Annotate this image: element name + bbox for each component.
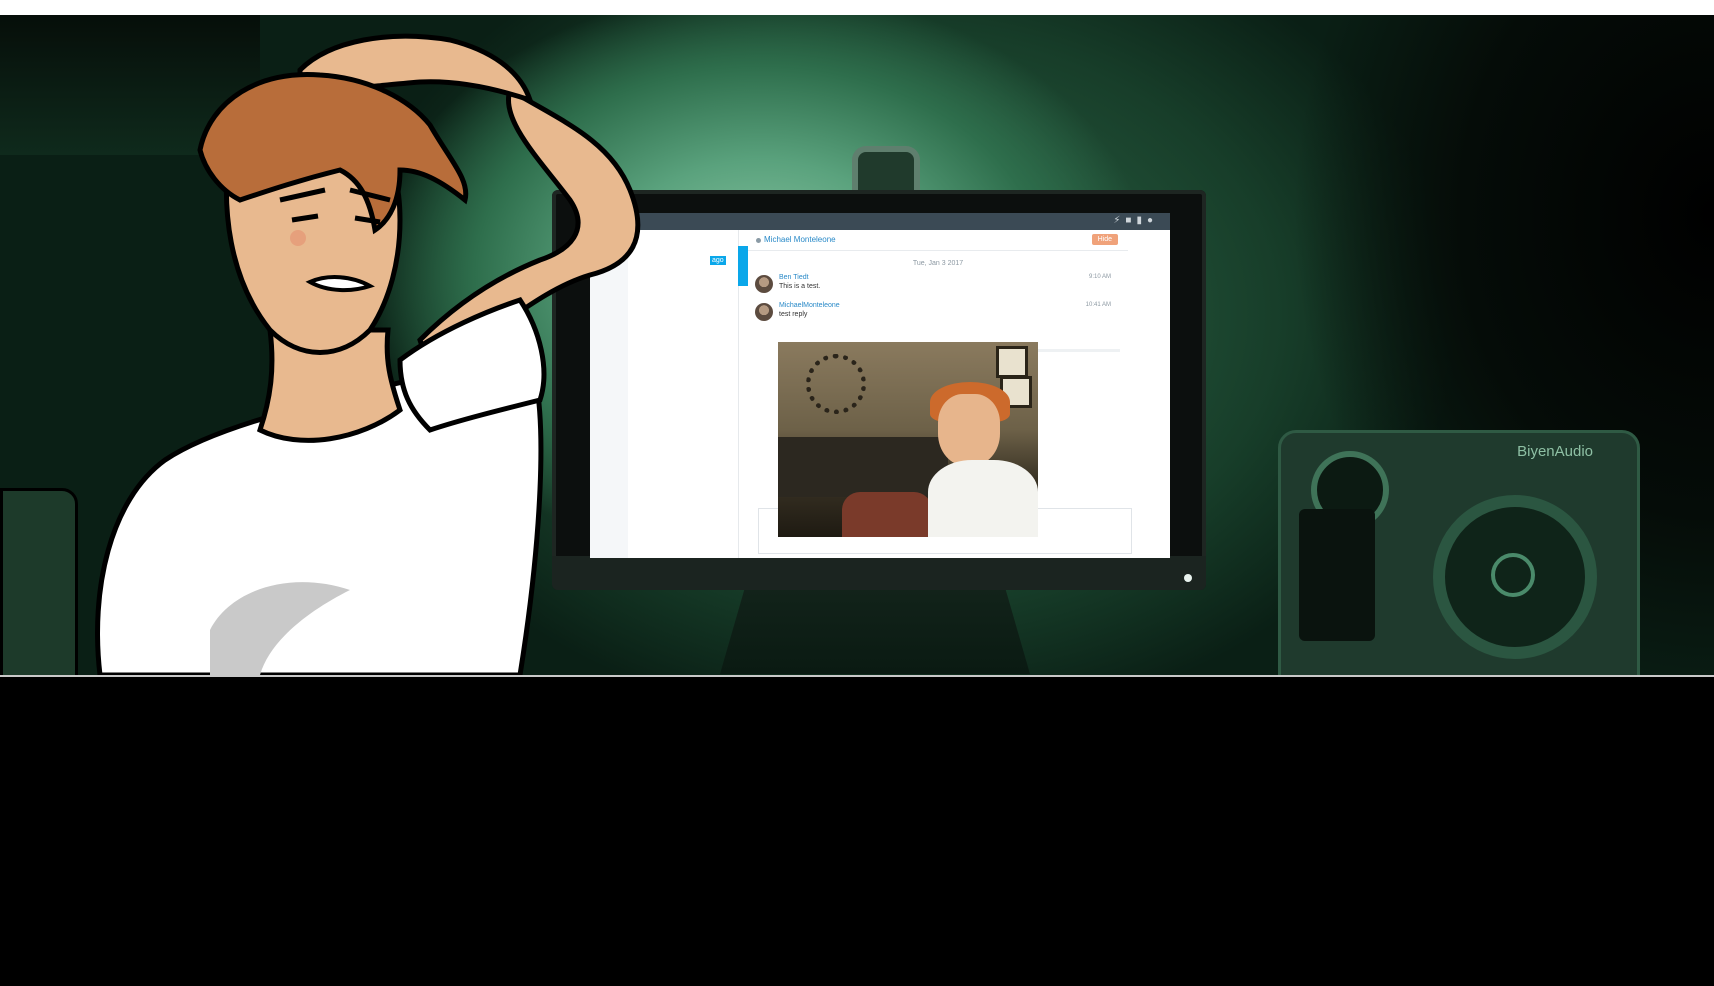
topbar-icons: ⚡︎■▮● <box>1113 215 1158 226</box>
speaker-logo-icon <box>1491 553 1535 597</box>
chair-back <box>0 488 78 681</box>
message-item: Ben Tiedt This is a test. 9:10 AM <box>755 273 1115 299</box>
lightning-icon[interactable]: ⚡︎ <box>1113 215 1125 226</box>
bookmark-icon[interactable]: ▮ <box>1136 215 1147 226</box>
hide-button[interactable]: Hide <box>1091 234 1118 245</box>
studio-speaker: BiyenAudio <box>1278 430 1640 681</box>
speaker-brand: BiyenAudio <box>1517 443 1593 460</box>
photo-figure-face <box>938 394 1000 466</box>
comic-panel: ⚡︎■▮● ago Michael Monteleone Hide Tue, J… <box>0 0 1714 986</box>
character-illustration <box>95 33 641 675</box>
message-time: 9:10 AM <box>1088 274 1111 280</box>
message-item: MichaelMonteleone test reply 10:41 AM <box>755 301 1115 327</box>
photo-figure-shirt <box>928 460 1038 537</box>
speaker-woofer <box>1433 495 1597 659</box>
confused-character <box>70 30 790 675</box>
red-chair <box>842 492 932 537</box>
chat-icon[interactable]: ■ <box>1125 215 1136 226</box>
user-avatar-icon[interactable]: ● <box>1147 215 1158 226</box>
desk-foreground <box>0 675 1714 986</box>
power-led <box>1184 574 1192 582</box>
studio-desk <box>778 437 948 497</box>
date-separator: Tue, Jan 3 2017 <box>912 260 964 267</box>
webcam-icon <box>852 146 920 192</box>
chat-header: Michael Monteleone Hide <box>748 230 1128 251</box>
speaker-panel <box>1299 509 1375 641</box>
message-time: 10:41 AM <box>1085 302 1111 308</box>
wall-decoration <box>806 354 866 414</box>
wall-frame <box>996 346 1028 378</box>
shared-photo[interactable] <box>778 342 1038 537</box>
